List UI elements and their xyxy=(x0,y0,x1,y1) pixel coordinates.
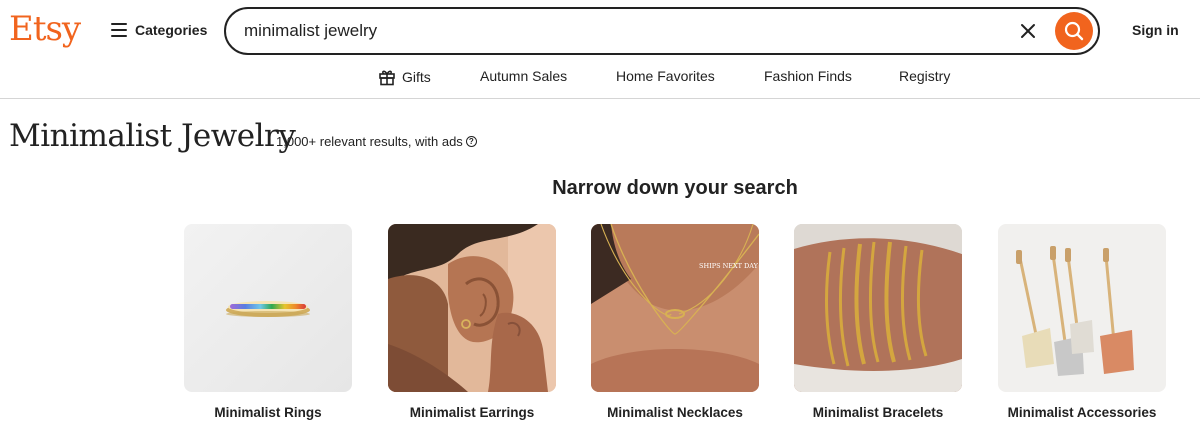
search-input[interactable] xyxy=(244,9,1004,53)
card-label: Minimalist Necklaces xyxy=(607,405,743,420)
header: Etsy Categories Sign in xyxy=(0,0,1200,60)
subnav-item-autumn-sales[interactable]: Autumn Sales xyxy=(480,68,567,84)
rings-image xyxy=(184,224,352,392)
subnav: Gifts Autumn Sales Home Favorites Fashio… xyxy=(0,62,1200,90)
categories-label: Categories xyxy=(135,22,208,38)
categories-button[interactable]: Categories xyxy=(111,18,207,42)
category-card-necklaces[interactable]: SHIPS NEXT DAY Minimalist Necklaces xyxy=(591,224,759,420)
search-button[interactable] xyxy=(1055,12,1093,50)
category-card-accessories[interactable]: Minimalist Accessories xyxy=(998,224,1166,420)
search-bar xyxy=(224,7,1100,55)
clear-search-button[interactable] xyxy=(1016,19,1040,43)
bracelets-image xyxy=(794,224,962,392)
narrow-search-heading: Narrow down your search xyxy=(552,177,798,199)
card-label: Minimalist Accessories xyxy=(1007,405,1157,420)
category-card-rings[interactable]: Minimalist Rings xyxy=(184,224,352,420)
subnav-item-fashion-finds[interactable]: Fashion Finds xyxy=(764,68,852,84)
accessories-image xyxy=(998,224,1166,392)
card-label: Minimalist Rings xyxy=(214,405,322,420)
category-card-earrings[interactable]: Minimalist Earrings xyxy=(388,224,556,420)
card-label: Minimalist Bracelets xyxy=(812,405,944,420)
results-count: 1,000+ relevant results, with ads ? xyxy=(276,134,477,149)
subnav-item-registry[interactable]: Registry xyxy=(899,68,950,84)
ships-next-day-badge: SHIPS NEXT DAY xyxy=(699,262,759,270)
subnav-item-gifts[interactable]: Gifts xyxy=(378,68,431,86)
subnav-label: Gifts xyxy=(402,69,431,85)
help-icon[interactable]: ? xyxy=(465,136,477,147)
necklaces-image: SHIPS NEXT DAY xyxy=(591,224,759,392)
subnav-item-home-favorites[interactable]: Home Favorites xyxy=(616,68,715,84)
hamburger-icon xyxy=(111,23,127,37)
etsy-logo[interactable]: Etsy xyxy=(9,9,81,49)
earrings-image xyxy=(388,224,556,392)
results-text: 1,000+ relevant results, with ads xyxy=(276,134,463,149)
header-divider xyxy=(0,98,1200,99)
sign-in-link[interactable]: Sign in xyxy=(1132,22,1179,38)
card-label: Minimalist Earrings xyxy=(409,405,535,420)
page-title: Minimalist Jewelry xyxy=(9,118,296,154)
gift-icon xyxy=(379,70,395,86)
search-icon xyxy=(1064,21,1084,41)
category-card-bracelets[interactable]: Minimalist Bracelets xyxy=(794,224,962,420)
close-icon xyxy=(1021,24,1035,38)
